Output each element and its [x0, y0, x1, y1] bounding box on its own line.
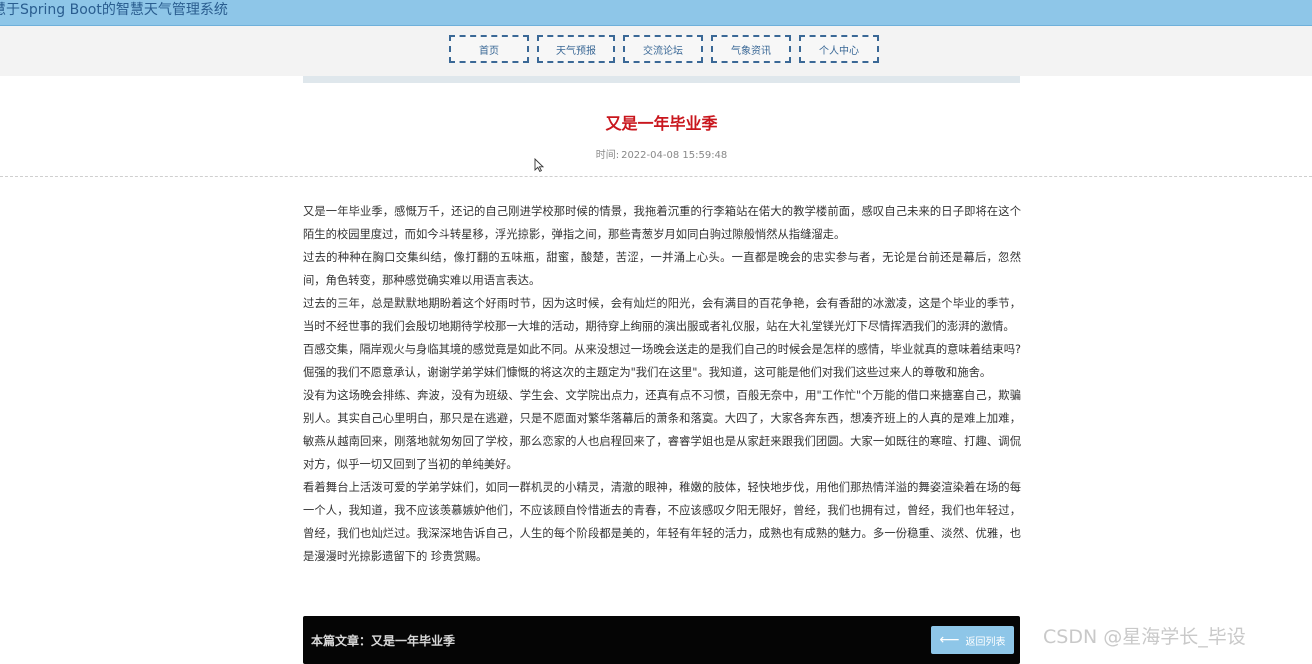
article-paragraph: 百感交集，隔岸观火与身临其境的感觉竟是如此不同。从来没想过一场晚会送走的是我们自… [303, 343, 1021, 379]
nav-weather-news[interactable]: 气象资讯 [711, 35, 791, 63]
article-paragraph: 过去的种种在胸口交集纠结，像打翻的五味瓶，甜蜜，酸楚，苦涩，一并涌上心头。一直都… [303, 251, 1021, 287]
nav-weather-forecast[interactable]: 天气预报 [537, 35, 615, 63]
nav-band: 首页 天气预报 交流论坛 气象资讯 个人中心 [0, 26, 1312, 76]
nav-home[interactable]: 首页 [449, 35, 529, 63]
content-top-strip [303, 76, 1020, 83]
article-time: 时间: 2022-04-08 15:59:48 [303, 149, 1020, 163]
article-paragraph: 过去的三年，总是默默地期盼着这个好雨时节，因为这时候，会有灿烂的阳光，会有满目的… [303, 297, 1021, 333]
article-body: 又是一年毕业季，感慨万千，还记的自己刚进学校那时候的情景，我拖着沉重的行李箱站在… [303, 200, 1021, 568]
section-divider [0, 176, 1312, 177]
back-to-list-label: 返回列表 [965, 636, 1006, 648]
article-title: 又是一年毕业季 [605, 114, 718, 133]
article-paragraph: 又是一年毕业季，感慨万千，还记的自己刚进学校那时候的情景，我拖着沉重的行李箱站在… [303, 205, 1021, 241]
mouse-cursor-icon [534, 158, 544, 172]
arrow-left-icon: ⟵ [939, 632, 960, 648]
current-article-label: 本篇文章：又是一年毕业季 [311, 634, 456, 648]
article-paragraph: 没有为这场晚会排练、奔波，没有为班级、学生会、文学院出点力，还真有点不习惯，百般… [303, 389, 1021, 471]
nav-personal-center[interactable]: 个人中心 [799, 35, 879, 63]
nav-forum[interactable]: 交流论坛 [623, 35, 703, 63]
article-time-label: 时间: [595, 150, 620, 161]
app-title: 慧于Spring Boot的智慧天气管理系统 [0, 2, 228, 18]
watermark: CSDN @星海学长_毕设 [1043, 626, 1246, 648]
back-to-list-button[interactable]: ⟵ 返回列表 [931, 626, 1014, 654]
article-footer: 本篇文章：又是一年毕业季 ⟵ 返回列表 [303, 616, 1020, 664]
main-nav: 首页 天气预报 交流论坛 气象资讯 个人中心 [449, 35, 879, 63]
article-paragraph: 看着舞台上活泼可爱的学弟学妹们，如同一群机灵的小精灵，清澈的眼神，稚嫩的肢体，轻… [303, 481, 1021, 563]
app-title-bar: 慧于Spring Boot的智慧天气管理系统 [0, 0, 1312, 26]
article-time-value: 2022-04-08 15:59:48 [621, 150, 728, 161]
